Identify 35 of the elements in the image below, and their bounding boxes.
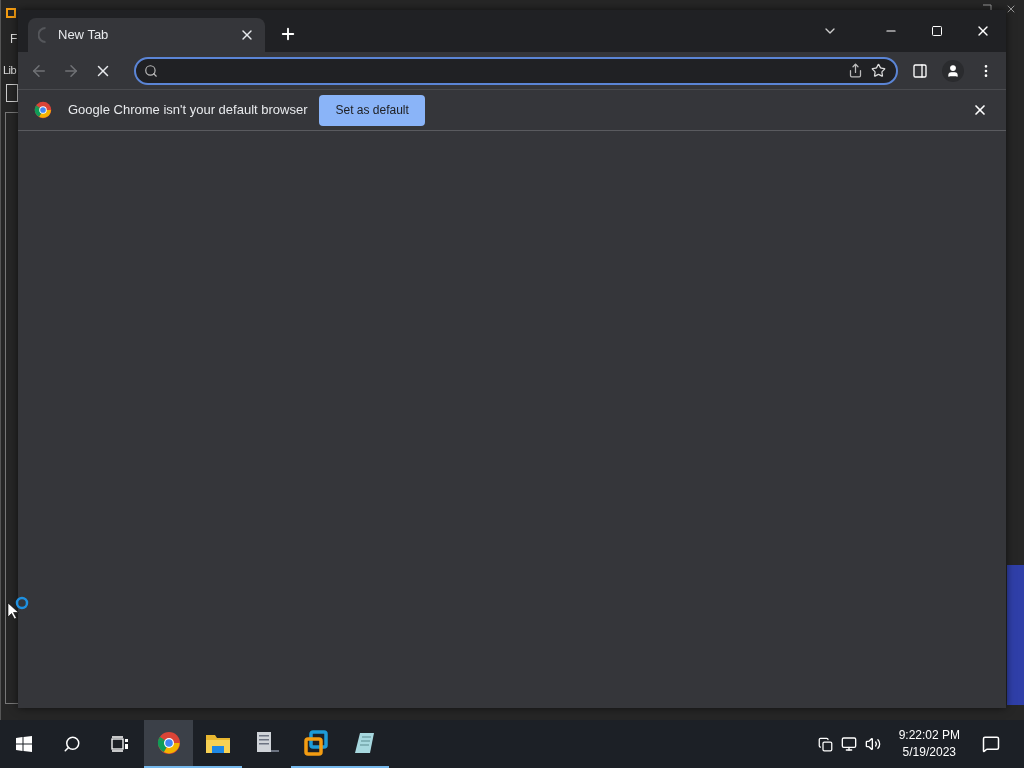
volume-icon[interactable] <box>864 736 881 752</box>
browser-tab[interactable]: New Tab <box>28 18 265 52</box>
maximize-icon <box>931 25 943 37</box>
folder-icon <box>204 732 231 754</box>
clock-date: 5/19/2023 <box>902 744 956 761</box>
notifications-icon[interactable] <box>982 735 1000 753</box>
close-infobar-icon[interactable] <box>972 102 988 118</box>
clock-time: 9:22:02 PM <box>898 727 960 744</box>
overlapping-squares-icon <box>302 730 329 756</box>
set-default-button[interactable]: Set as default <box>319 94 425 126</box>
windows-logo-icon <box>16 736 32 752</box>
panel-outline <box>6 84 18 102</box>
windows-icon[interactable] <box>817 736 833 752</box>
library-label: Lib <box>3 64 17 77</box>
maximize-icon[interactable] <box>981 3 993 11</box>
close-icon[interactable] <box>1005 3 1017 15</box>
share-icon[interactable] <box>848 63 863 78</box>
busy-cursor-icon <box>7 595 31 621</box>
side-panel-icon[interactable] <box>912 62 928 79</box>
clock[interactable]: 9:22:02 PM 5/19/2023 <box>890 727 968 761</box>
search-icon <box>144 63 158 78</box>
bookmark-star-icon[interactable] <box>871 63 886 78</box>
search-icon <box>63 735 81 753</box>
browser-logo-icon <box>34 101 52 119</box>
network-icon[interactable] <box>840 736 857 752</box>
address-bar[interactable] <box>134 56 898 85</box>
infobar-message: Google Chrome isn't your default browser <box>68 101 308 120</box>
menu-item[interactable]: F <box>10 32 18 46</box>
taskbar-app[interactable] <box>144 720 193 768</box>
tab-title: New Tab <box>58 26 110 45</box>
app-icon <box>6 8 16 18</box>
profile-avatar[interactable] <box>942 59 964 82</box>
new-tab-icon[interactable] <box>279 25 297 43</box>
browser-icon <box>156 731 181 755</box>
task-view-icon <box>111 736 129 752</box>
